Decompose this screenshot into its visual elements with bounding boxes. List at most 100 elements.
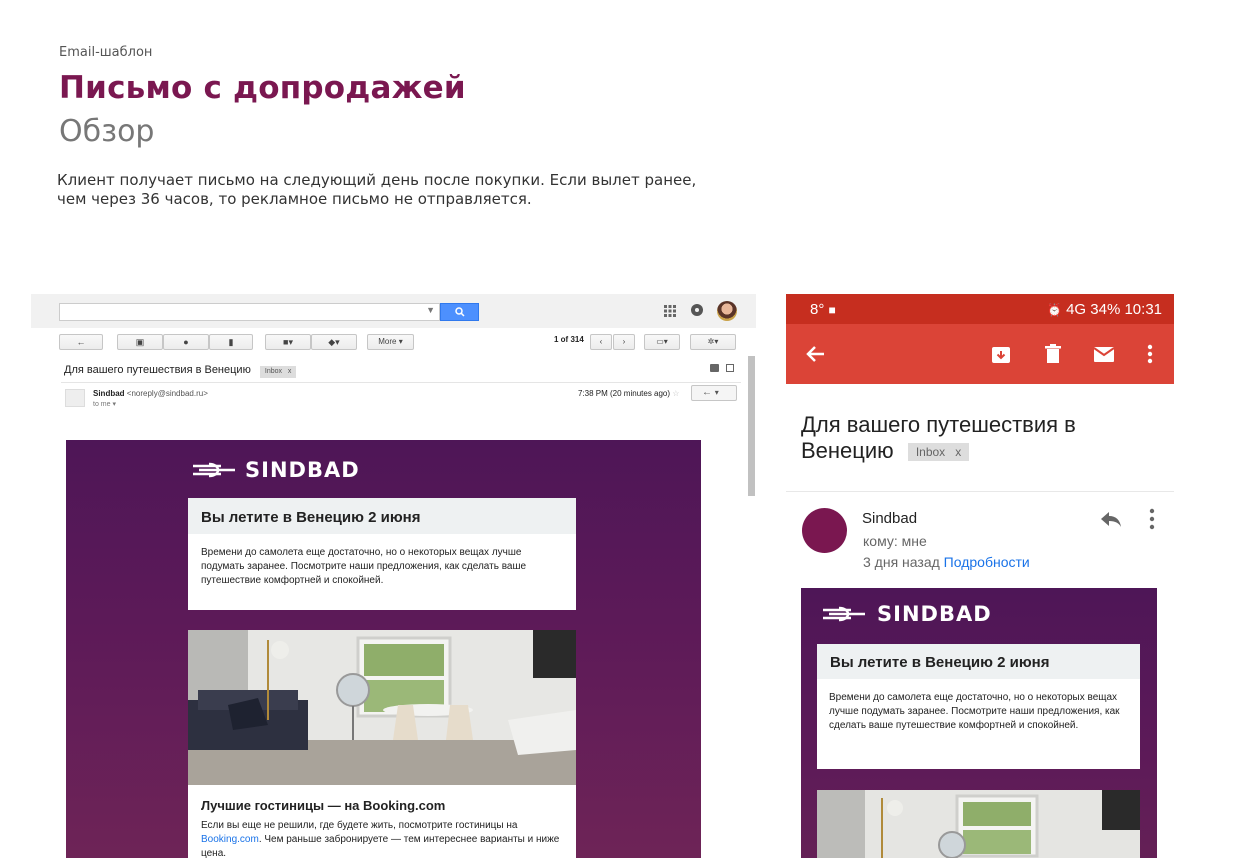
more-label: More — [378, 337, 397, 346]
flight-card: Вы летите в Венецию 2 июня Времени до са… — [188, 498, 576, 610]
sender-email: <noreply@sindbad.ru> — [126, 389, 208, 398]
booking-link[interactable]: Booking.com — [201, 834, 259, 845]
sindbad-logo: SINDBAD — [819, 602, 992, 626]
mobile-action-bar — [786, 324, 1174, 384]
mobile-inbox-tag[interactable]: Inbox x — [907, 443, 970, 462]
chevron-left-icon: ‹ — [599, 337, 603, 346]
search-input[interactable]: ▼ — [59, 303, 440, 321]
details-link[interactable]: Подробности — [944, 554, 1030, 570]
eyebrow-label: Email-шаблон — [59, 45, 153, 60]
sindbad-logo-icon — [823, 606, 865, 622]
mobile-email-body: SINDBAD Вы летите в Венецию 2 июня Време… — [801, 588, 1157, 858]
to-me-label: to me — [93, 401, 111, 408]
logo-text: SINDBAD — [877, 602, 992, 626]
recipient-to-me[interactable]: to me ▾ — [93, 400, 116, 408]
message-icon: ■ — [828, 303, 836, 317]
divider — [786, 491, 1174, 492]
mobile-sender-name: Sindbad — [862, 510, 918, 527]
status-right: ⏰ 4G 34% 10:31 — [1047, 301, 1162, 318]
scrollbar[interactable] — [748, 356, 755, 496]
notifications-icon[interactable] — [691, 304, 703, 316]
sender-info: Sindbad <noreply@sindbad.ru> — [93, 389, 208, 398]
reply-button[interactable]: ← ▾ — [691, 385, 737, 401]
page-description: Клиент получает письмо на следующий день… — [57, 171, 697, 208]
reply-icon[interactable] — [1099, 509, 1123, 529]
flight-card-title: Вы летите в Венецию 2 июня — [188, 498, 576, 534]
hotel-card-title: Лучшие гостиницы — на Booking.com — [188, 785, 576, 817]
reply-icon: ← — [702, 387, 712, 398]
page-title: Письмо с допродажей — [59, 70, 466, 106]
back-button[interactable]: ← — [59, 334, 103, 350]
folder-icon: ■▾ — [283, 337, 293, 347]
mobile-gmail-screenshot: 8° ■ ⏰ 4G 34% 10:31 Для вашего путешеств… — [786, 294, 1174, 858]
apps-grid-icon[interactable] — [663, 304, 677, 318]
settings-button[interactable]: ✲▾ — [690, 334, 736, 350]
star-icon[interactable]: ☆ — [672, 389, 679, 398]
mobile-time-text: 3 дня назад — [863, 554, 940, 570]
sender-avatar — [65, 389, 85, 407]
mobile-tag-close-icon[interactable]: x — [955, 445, 961, 459]
more-vert-icon[interactable] — [1138, 342, 1162, 366]
sindbad-logo-icon — [193, 462, 235, 478]
mobile-flight-card-text: Времени до самолета еще достаточно, но о… — [829, 692, 1120, 731]
mobile-time: 3 дня назад Подробности — [863, 554, 1030, 570]
temperature-text: 8° — [810, 301, 825, 318]
gmail-top-bar: ▼ — [31, 294, 756, 328]
divider — [61, 382, 741, 383]
mobile-flight-card: Вы летите в Венецию 2 июня Времени до са… — [817, 644, 1140, 769]
label-icon: ◆▾ — [328, 337, 340, 347]
alert-icon: ● — [183, 337, 189, 347]
more-vert-icon[interactable] — [1147, 508, 1157, 530]
mobile-recipient: кому: мне — [863, 533, 927, 549]
move-to-button[interactable]: ■▾ — [265, 334, 311, 350]
arrow-left-icon[interactable] — [804, 342, 828, 366]
print-icon[interactable] — [710, 364, 719, 372]
keyboard-icon: ▭▾ — [656, 337, 668, 346]
more-button[interactable]: More ▾ — [367, 334, 414, 350]
page-subtitle: Обзор — [59, 114, 155, 149]
trash-icon[interactable] — [1041, 342, 1065, 366]
account-avatar[interactable] — [717, 301, 737, 321]
mail-icon[interactable] — [1092, 342, 1116, 366]
chevron-down-icon: ▾ — [714, 388, 719, 397]
mobile-inbox-tag-label: Inbox — [915, 445, 946, 460]
sender-avatar — [802, 508, 847, 553]
tag-close-icon[interactable]: x — [288, 368, 292, 375]
logo-text: SINDBAD — [245, 458, 360, 482]
inbox-tag[interactable]: Inbox x — [259, 366, 297, 378]
older-button[interactable]: › — [613, 334, 635, 350]
trash-icon: ▮ — [228, 337, 234, 347]
flight-card-text: Времени до самолета еще достаточно, но о… — [201, 547, 527, 586]
newer-button[interactable]: ‹ — [590, 334, 612, 350]
archive-button[interactable]: ▣ — [117, 334, 163, 350]
status-right-text: 4G 34% 10:31 — [1066, 301, 1162, 318]
labels-button[interactable]: ◆▾ — [311, 334, 357, 350]
gear-icon: ✲▾ — [707, 337, 719, 346]
email-time-text: 7:38 PM (20 minutes ago) — [578, 389, 671, 398]
archive-icon: ▣ — [135, 337, 145, 347]
alarm-icon: ⏰ — [1046, 303, 1062, 317]
pager-count: 1 of 314 — [554, 335, 584, 344]
hotel-card-text-1: Если вы еще не решили, где будете жить, … — [201, 820, 518, 831]
hotel-card-text: Если вы еще не решили, где будете жить, … — [188, 819, 576, 858]
search-button[interactable] — [440, 303, 479, 321]
email-time: 7:38 PM (20 minutes ago) ☆ — [578, 389, 679, 398]
arrow-left-icon: ← — [76, 337, 86, 347]
email-subject: Для вашего путешествия в Венецию Inbox x — [64, 364, 297, 378]
hotel-photo[interactable] — [188, 630, 576, 785]
report-spam-button[interactable]: ● — [163, 334, 209, 350]
status-bar: 8° ■ ⏰ 4G 34% 10:31 — [786, 294, 1174, 324]
email-body: SINDBAD Вы летите в Венецию 2 июня Време… — [66, 440, 701, 858]
search-icon — [455, 307, 465, 317]
mobile-hotel-photo[interactable] — [817, 790, 1140, 858]
desktop-gmail-screenshot: ▼ ← ▣ ● ▮ ■▾ ◆▾ More ▾ 1 of 314 ‹ › ▭▾ ✲… — [31, 294, 756, 858]
room-image — [188, 630, 576, 785]
chevron-down-icon[interactable]: ▼ — [426, 305, 435, 315]
hotel-card: Лучшие гостиницы — на Booking.com Если в… — [188, 630, 576, 858]
room-image — [817, 790, 1140, 858]
inbox-tag-label: Inbox — [264, 368, 283, 375]
input-tools-button[interactable]: ▭▾ — [644, 334, 680, 350]
archive-icon[interactable] — [989, 342, 1013, 366]
new-window-icon[interactable] — [726, 364, 734, 372]
delete-button[interactable]: ▮ — [209, 334, 253, 350]
